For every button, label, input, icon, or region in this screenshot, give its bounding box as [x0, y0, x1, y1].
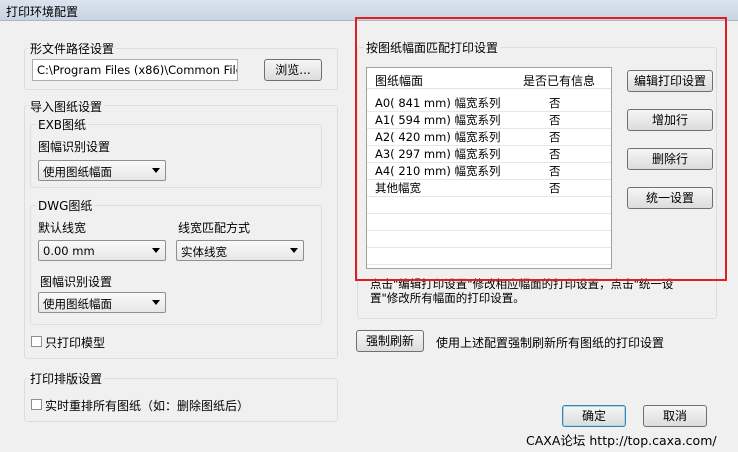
cancel-button[interactable]: 取消 [643, 405, 707, 427]
model-only-label: 只打印模型 [45, 336, 106, 350]
layout-group-legend: 打印排版设置 [28, 370, 105, 387]
dwg-linewidth-label: 默认线宽 [38, 221, 87, 235]
dwg-recognize-select[interactable]: 使用图纸幅面 [38, 292, 166, 313]
dwg-group-legend: DWG图纸 [36, 197, 95, 214]
exb-recognize-select[interactable]: 使用图纸幅面 [38, 160, 166, 181]
realtime-label: 实时重排所有图纸（如：删除图纸后） [45, 399, 250, 413]
import-group-legend: 导入图纸设置 [28, 98, 105, 115]
realtime-checkbox[interactable] [31, 399, 42, 410]
chevron-down-icon [152, 248, 160, 253]
dwg-recognize-label: 图幅识别设置 [40, 275, 113, 289]
dwg-linewidth-select[interactable]: 0.00 mm [38, 240, 166, 261]
chevron-down-icon [152, 168, 160, 173]
force-refresh-button[interactable]: 强制刷新 [356, 330, 424, 352]
ok-button[interactable]: 确定 [562, 405, 626, 427]
model-only-checkbox[interactable] [31, 336, 42, 347]
hint-line-2: 置"修改所有幅面的打印设置。 [370, 291, 525, 305]
dwg-match-select[interactable]: 实体线宽 [176, 240, 304, 261]
dwg-match-label: 线宽匹配方式 [178, 221, 251, 235]
path-field[interactable]: C:\Program Files (x86)\Common Files\CAX [32, 59, 238, 81]
watermark: CAXA论坛 http://top.caxa.com/ [526, 433, 717, 448]
chevron-down-icon [290, 248, 298, 253]
browse-button[interactable]: 浏览... [264, 59, 322, 81]
exb-group-legend: EXB图纸 [36, 116, 89, 133]
chevron-down-icon [152, 300, 160, 305]
refresh-description: 使用上述配置强制刷新所有图纸的打印设置 [436, 336, 665, 350]
exb-recognize-label: 图幅识别设置 [38, 140, 111, 154]
highlight-box [355, 17, 727, 281]
path-group-legend: 形文件路径设置 [28, 40, 117, 57]
window-title: 打印环境配置 [6, 5, 79, 19]
